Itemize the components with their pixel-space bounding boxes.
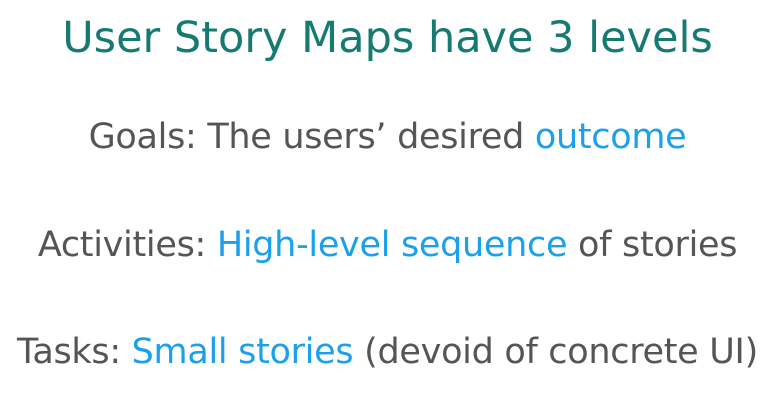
level-activities-suffix: of stories (567, 225, 738, 265)
level-tasks: Tasks: Small stories (devoid of concrete… (0, 329, 775, 375)
level-goals: Goals: The users’ desired outcome (0, 114, 775, 160)
level-activities-highlight: High-level sequence (216, 225, 568, 265)
level-activities: Activities: High-level sequence of stori… (0, 222, 775, 268)
level-activities-prefix: Activities: (37, 225, 217, 265)
slide-title: User Story Maps have 3 levels (62, 13, 713, 63)
level-tasks-suffix: (devoid of concrete UI) (353, 332, 758, 372)
level-goals-highlight: outcome (534, 117, 687, 157)
level-goals-prefix: Goals: The users’ desired (88, 117, 535, 157)
level-tasks-prefix: Tasks: (17, 332, 132, 372)
level-tasks-highlight: Small stories (131, 332, 354, 372)
